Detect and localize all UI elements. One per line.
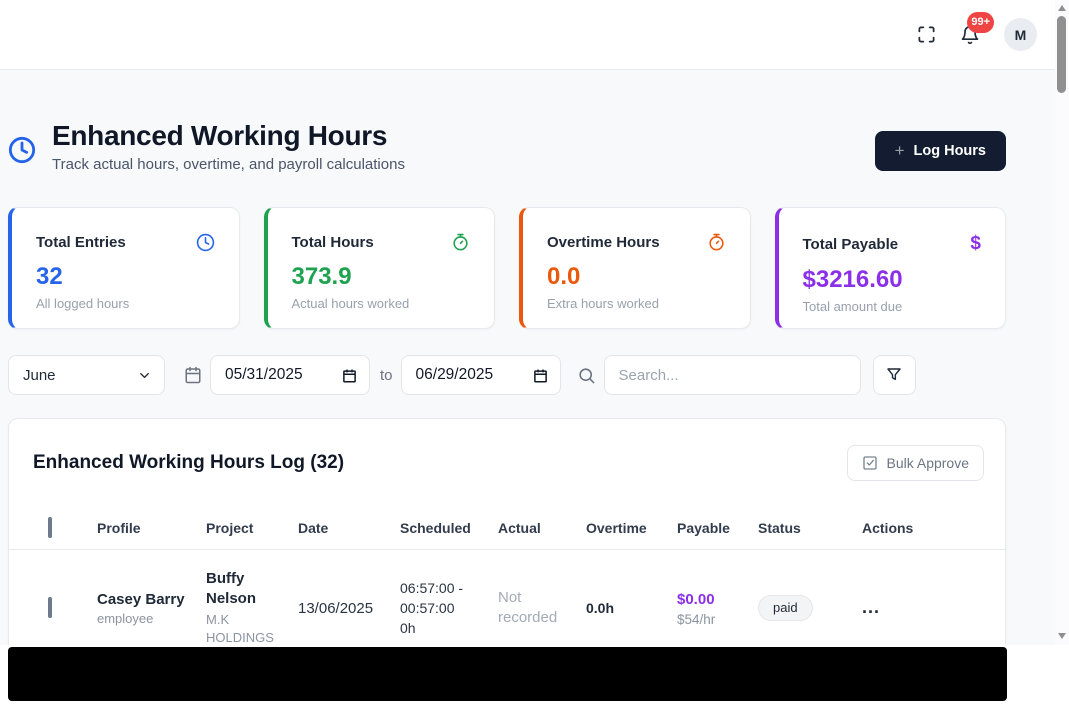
topbar: 99+ M [0, 0, 1055, 70]
scrollbar-up-arrow[interactable] [1058, 5, 1066, 11]
avatar[interactable]: M [1004, 18, 1037, 51]
row-date: 13/06/2025 [298, 600, 400, 617]
search-input[interactable] [604, 355, 861, 395]
actual-value: Not recorded [498, 589, 557, 626]
month-select-value: June [23, 367, 56, 384]
hours-log-title: Enhanced Working Hours Log (32) [33, 452, 344, 474]
log-hours-button[interactable]: + Log Hours [875, 131, 1006, 171]
hours-log-card: Enhanced Working Hours Log (32) Bulk App… [8, 418, 1006, 645]
stat-label: Total Entries [36, 234, 126, 251]
payable-amount: $0.00 [677, 590, 748, 610]
stat-card-total-payable: Total Payable $ $3216.60 Total amount du… [775, 207, 1007, 329]
date-from-input[interactable]: 05/31/2025 [210, 355, 370, 395]
filters-row: June 05/31/2025 to 06/29/2025 [8, 355, 1006, 395]
stat-label: Total Hours [292, 234, 374, 251]
timer-icon [707, 233, 726, 252]
month-select[interactable]: June [8, 355, 165, 395]
stat-value: 32 [36, 265, 215, 289]
column-header-payable: Payable [677, 520, 758, 536]
app-window: 99+ M Enhanced Working Hours Track actua… [0, 0, 1069, 704]
dollar-icon: $ [970, 233, 981, 255]
page-title: Enhanced Working Hours [52, 120, 405, 152]
column-header-status: Status [758, 520, 862, 536]
stat-value: $3216.60 [803, 268, 982, 292]
table-row: Casey Barry employee Buffy Nelson M.K HO… [9, 550, 1005, 645]
column-header-actual: Actual [498, 520, 586, 536]
date-to-value: 06/29/2025 [416, 366, 494, 384]
date-to-input[interactable]: 06/29/2025 [401, 355, 561, 395]
calendar-picker-icon[interactable] [533, 368, 548, 383]
payable-rate: $54/hr [677, 612, 748, 627]
scheduled-range: 06:57:00 - 00:57:00 [400, 578, 488, 618]
fullscreen-button[interactable] [917, 25, 936, 44]
checkbox-check-icon [862, 455, 878, 471]
row-actions-button[interactable]: ... [862, 602, 880, 612]
notification-badge: 99+ [967, 12, 994, 33]
page-subtitle: Track actual hours, overtime, and payrol… [52, 156, 405, 173]
project-company: M.K HOLDINGS [206, 611, 288, 645]
browser-viewport: 99+ M Enhanced Working Hours Track actua… [0, 0, 1055, 645]
timer-icon [451, 233, 470, 252]
plus-icon: + [895, 141, 905, 161]
column-header-date: Date [298, 520, 400, 536]
table-header-row: Profile Project Date Scheduled Actual Ov… [9, 506, 1005, 550]
clock-icon [196, 233, 215, 252]
stat-sublabel: All logged hours [36, 296, 215, 311]
bulk-approve-label: Bulk Approve [887, 455, 970, 471]
ellipsis-icon: ... [862, 597, 880, 617]
scrollbar[interactable] [1055, 0, 1069, 645]
chevron-down-icon [137, 368, 152, 383]
calendar-picker-icon[interactable] [342, 368, 357, 383]
bottom-black-bar [8, 647, 1007, 701]
status-badge[interactable]: paid [758, 595, 813, 621]
project-name: Buffy Nelson [206, 569, 288, 609]
select-all-checkbox[interactable] [48, 517, 52, 538]
scrollbar-down-arrow[interactable] [1058, 633, 1066, 639]
scrollbar-thumb[interactable] [1057, 16, 1066, 93]
page-header: Enhanced Working Hours Track actual hour… [8, 120, 1006, 173]
search-icon [577, 366, 596, 385]
profile-role: employee [97, 611, 196, 626]
date-from-value: 05/31/2025 [225, 366, 303, 384]
profile-name: Casey Barry [97, 590, 196, 609]
column-header-actions: Actions [862, 520, 1005, 536]
column-header-scheduled: Scheduled [400, 520, 498, 536]
clock-icon [8, 136, 36, 169]
stats-row: Total Entries 32 All logged hours Total … [8, 207, 1006, 329]
stat-card-total-hours: Total Hours 373.9 Actual hours worked [264, 207, 496, 329]
stat-card-total-entries: Total Entries 32 All logged hours [8, 207, 240, 329]
stat-sublabel: Extra hours worked [547, 296, 726, 311]
log-hours-label: Log Hours [914, 143, 987, 159]
filter-icon [885, 366, 903, 384]
stat-sublabel: Actual hours worked [292, 296, 471, 311]
column-header-project: Project [206, 520, 298, 536]
filter-button[interactable] [873, 355, 916, 395]
to-label: to [380, 367, 393, 384]
stat-label: Overtime Hours [547, 234, 660, 251]
bulk-approve-button[interactable]: Bulk Approve [847, 445, 985, 481]
calendar-icon [184, 366, 202, 384]
stat-card-overtime-hours: Overtime Hours 0.0 Extra hours worked [519, 207, 751, 329]
row-checkbox[interactable] [48, 597, 52, 618]
column-header-overtime: Overtime [586, 520, 677, 536]
column-header-profile: Profile [97, 520, 206, 536]
overtime-value: 0.0h [586, 600, 614, 616]
scheduled-hours: 0h [400, 618, 488, 638]
fullscreen-icon [917, 25, 936, 44]
stat-value: 373.9 [292, 265, 471, 289]
stat-sublabel: Total amount due [803, 299, 982, 314]
stat-label: Total Payable [803, 236, 899, 253]
stat-value: 0.0 [547, 265, 726, 289]
